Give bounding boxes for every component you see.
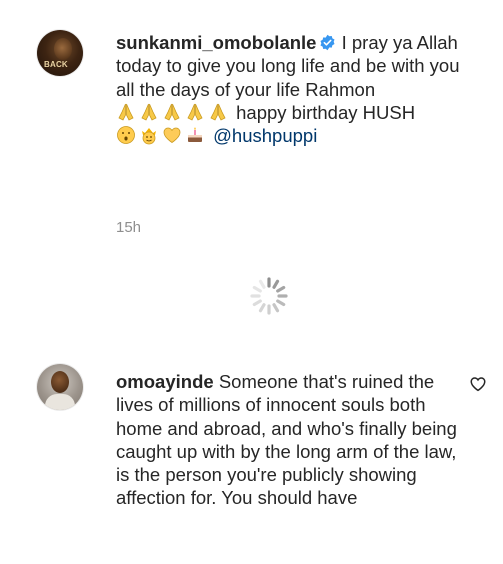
folded-hands-icon <box>118 103 134 121</box>
hushed-face-icon <box>117 126 135 145</box>
comment-text-continued: happy birthday HUSH <box>236 101 416 123</box>
comment-body: sunkanmi_omobolanle I pray ya Allah toda… <box>116 31 471 147</box>
folded-hands-icon <box>141 103 157 121</box>
comment-username[interactable]: sunkanmi_omobolanle <box>116 32 316 53</box>
comment-username[interactable]: omoayinde <box>116 371 214 392</box>
mention-link[interactable]: @hushpuppi <box>213 125 317 146</box>
comment-timestamp: 15h <box>116 219 142 236</box>
like-heart-icon[interactable] <box>469 375 487 393</box>
folded-hands-icon <box>210 103 226 121</box>
emoji-group-reactions <box>116 124 208 147</box>
folded-hands-icon <box>187 103 203 121</box>
loading-spinner-icon <box>250 277 288 315</box>
birthday-cake-icon <box>188 127 202 143</box>
emoji-group-folded-hands <box>116 101 231 124</box>
avatar[interactable] <box>37 364 83 410</box>
avatar-logo-mark: BACK <box>44 60 68 69</box>
avatar[interactable]: BACK <box>37 30 83 76</box>
comment-body: omoayinde Someone that's ruined the live… <box>116 370 461 510</box>
avatar-face <box>54 38 72 60</box>
crown-face-icon <box>142 128 156 145</box>
verified-badge-icon <box>320 34 335 51</box>
avatar-body <box>45 394 75 410</box>
folded-hands-icon <box>164 103 180 121</box>
avatar-head <box>51 371 69 393</box>
yellow-heart-icon <box>163 127 181 144</box>
